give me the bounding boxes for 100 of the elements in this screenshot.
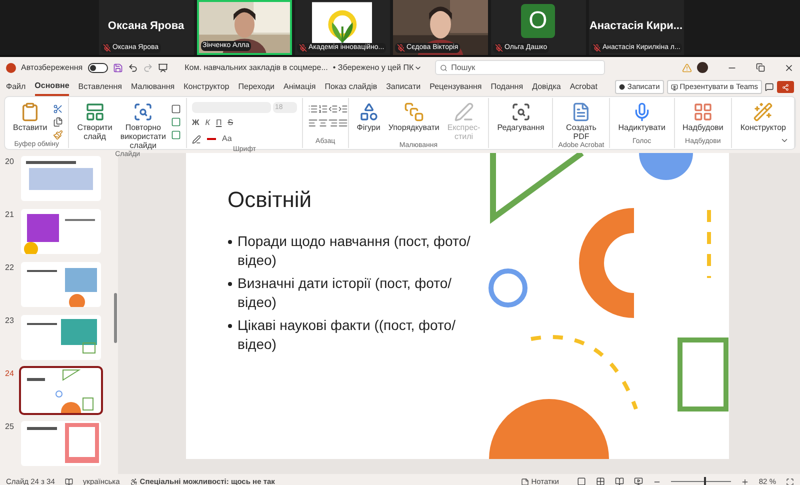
indent-icon[interactable] xyxy=(338,104,348,114)
slide-thumbnail[interactable] xyxy=(21,421,101,466)
format-button[interactable]: S xyxy=(228,117,234,129)
slide-thumbnail[interactable] xyxy=(21,368,101,413)
pdf-icon xyxy=(571,102,592,122)
ribbon-tab[interactable]: Вставлення xyxy=(78,78,122,96)
new-slide-icon xyxy=(84,102,105,122)
slide-sorter-icon[interactable] xyxy=(596,477,605,485)
comments-icon[interactable] xyxy=(765,82,774,92)
ribbon-button[interactable]: Створити слайд xyxy=(74,102,116,141)
dashed-line xyxy=(706,210,710,278)
align-right-icon[interactable] xyxy=(328,118,338,128)
search-field[interactable]: Пошук xyxy=(434,60,605,75)
ribbon-button[interactable]: Повторно використати слайди xyxy=(117,102,169,150)
bullet-text: Цікаві наукові факти ((пост, фото/відео) xyxy=(238,316,456,354)
search-input[interactable]: Пошук xyxy=(451,62,600,74)
slide-number: 25 xyxy=(5,421,15,433)
search-icon xyxy=(440,64,448,72)
zoom-thumb[interactable] xyxy=(704,477,706,485)
zoom-in-icon[interactable] xyxy=(740,478,749,485)
ribbon-tab[interactable]: Записати xyxy=(386,78,421,96)
search-icon xyxy=(510,102,531,122)
bullet-icon xyxy=(228,240,232,244)
undo-icon[interactable] xyxy=(128,62,138,72)
ribbon-button[interactable]: Редагування xyxy=(494,102,548,132)
bullet-text: Поради щодо навчання (пост, фото/відео) xyxy=(238,232,472,270)
slide-thumbnail[interactable] xyxy=(21,209,101,254)
spelling-icon[interactable] xyxy=(64,478,73,485)
slideshow-icon[interactable] xyxy=(634,477,643,485)
quick-styles-icon xyxy=(454,102,474,122)
ribbon-button[interactable]: Создать PDF xyxy=(558,102,604,141)
align-left-icon[interactable] xyxy=(308,118,318,128)
slide-thumbnail[interactable] xyxy=(21,156,101,201)
arrange-icon xyxy=(404,102,424,122)
close-icon[interactable] xyxy=(784,62,794,72)
ribbon-tab[interactable]: Подання xyxy=(490,78,524,96)
ribbon-button[interactable]: Надиктувати xyxy=(615,102,668,132)
ribbon-tab[interactable]: Малювання xyxy=(130,78,175,96)
bullet-icon xyxy=(228,282,232,286)
save-status[interactable]: • Збережено у цей ПК xyxy=(332,62,422,74)
monitor-icon xyxy=(670,84,678,90)
share-icon xyxy=(782,84,789,90)
ribbon-tab[interactable]: Довідка xyxy=(532,78,561,96)
autosave-toggle[interactable] xyxy=(88,62,108,72)
ribbon-button[interactable]: Упорядкувати xyxy=(385,102,442,132)
collapse-ribbon-icon[interactable] xyxy=(780,136,789,145)
highlight-icon[interactable] xyxy=(192,134,201,144)
shapes-icon xyxy=(358,102,379,122)
ribbon-button[interactable]: Надбудови xyxy=(680,102,726,132)
normal-view-icon[interactable] xyxy=(576,477,586,485)
ribbon-button[interactable]: Фігури xyxy=(354,102,384,132)
slide-thumbnail[interactable] xyxy=(21,262,101,307)
ribbon-tab[interactable]: Переходи xyxy=(238,78,275,96)
record-dot-icon xyxy=(619,84,626,90)
reuse-slides-icon xyxy=(133,102,154,122)
paste-icon xyxy=(20,102,40,122)
justify-icon[interactable] xyxy=(338,118,348,128)
cut-icon[interactable] xyxy=(53,104,64,114)
ribbon-tab[interactable]: Acrobat xyxy=(570,78,598,96)
align-center-icon[interactable] xyxy=(318,118,328,128)
slide-number: 20 xyxy=(5,156,15,168)
slide-title: Освітній xyxy=(228,186,313,214)
scrollbar-thumb[interactable] xyxy=(114,293,116,343)
ribbon-button[interactable]: Конструктор xyxy=(737,102,789,132)
slide-thumbnail[interactable] xyxy=(21,315,101,360)
participant-name: Оксана Ярова xyxy=(108,19,184,34)
autosave-label: Автозбереження xyxy=(21,62,83,74)
ribbon-button[interactable]: Вставити xyxy=(10,102,50,132)
ribbon-tab[interactable]: Рецензування xyxy=(430,78,482,96)
designer-icon xyxy=(753,102,774,122)
slideshow-icon[interactable] xyxy=(158,62,168,72)
user-avatar[interactable] xyxy=(697,62,708,73)
ribbon-tab[interactable]: Конструктор xyxy=(184,78,230,96)
outdent-icon[interactable] xyxy=(328,104,338,114)
slide-number: 22 xyxy=(5,262,15,274)
slide-number: 21 xyxy=(5,209,15,221)
change-case-button[interactable]: Aa xyxy=(222,133,232,145)
slide-number: 23 xyxy=(5,315,15,327)
format-button[interactable]: Ж xyxy=(192,117,200,129)
ribbon-tab[interactable]: Показ слайдів xyxy=(324,78,378,96)
ribbon-tab[interactable]: Файл xyxy=(6,78,26,96)
app-logo-icon xyxy=(6,62,16,72)
reading-view-icon[interactable] xyxy=(614,477,624,485)
restore-icon[interactable] xyxy=(756,63,765,72)
accessibility-icon xyxy=(130,478,138,485)
bullet-text: Визначні дати історії (пост, фото/відео) xyxy=(238,274,453,312)
avatar: О xyxy=(521,4,555,38)
format-button[interactable]: П xyxy=(216,117,222,129)
ring-shape xyxy=(488,268,527,308)
numbering-icon[interactable] xyxy=(318,104,328,114)
document-title: Ком. навчальних закладів в соцмере... xyxy=(184,62,328,74)
share-button[interactable] xyxy=(776,81,794,93)
notes-icon xyxy=(521,478,530,485)
fit-slide-icon[interactable] xyxy=(786,478,794,485)
save-icon[interactable] xyxy=(112,62,123,72)
grid-icon xyxy=(692,102,713,122)
ribbon-tab[interactable]: Анімація xyxy=(284,78,316,96)
format-button[interactable]: К xyxy=(205,117,210,129)
participant-name: Анастасія Кири... xyxy=(589,19,683,34)
copy-icon[interactable] xyxy=(53,117,64,127)
